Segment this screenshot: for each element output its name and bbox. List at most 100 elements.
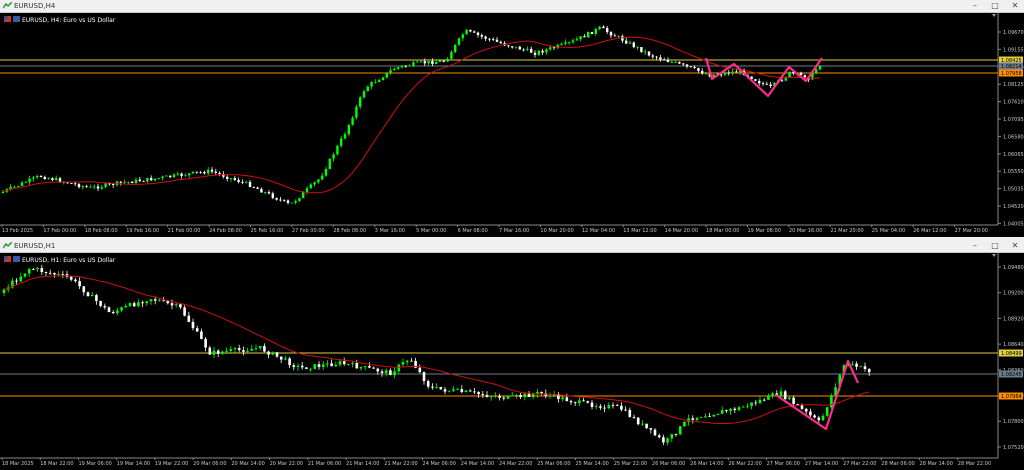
candle: [699, 416, 703, 419]
candle: [195, 171, 198, 174]
candle: [233, 176, 236, 182]
window-titlebar-h1[interactable]: EURUSD,H1 – □ ✕: [0, 240, 1024, 253]
candle-body: [286, 200, 290, 204]
candle: [863, 362, 867, 372]
candle-body: [526, 48, 529, 50]
candle-body: [659, 57, 662, 60]
candle-body: [723, 72, 727, 75]
candle-body: [389, 370, 392, 376]
time-axis-label: 3 Mar 16:00: [375, 228, 405, 234]
candle: [606, 26, 609, 35]
candle: [492, 37, 495, 41]
close-button[interactable]: ✕: [1010, 240, 1020, 252]
window-title: EURUSD,H1: [14, 242, 56, 250]
candle: [729, 407, 732, 415]
close-button[interactable]: ✕: [1010, 0, 1020, 12]
time-axis-label: 26 Mar 22:00: [728, 461, 761, 467]
candle-body: [393, 371, 396, 376]
candle: [313, 364, 317, 370]
candle: [332, 152, 335, 162]
candle: [514, 46, 518, 49]
candle-body: [378, 79, 381, 83]
candle-body: [342, 361, 346, 365]
candle: [733, 406, 737, 413]
time-axis-label: 21 Mar 22:00: [384, 461, 417, 467]
candle: [419, 60, 423, 63]
price-chart-h4[interactable]: EURUSD, H4: Euro vs US Dollar 1.09670 1.09…: [0, 13, 1024, 237]
candle: [246, 347, 249, 353]
candle-body: [603, 407, 606, 409]
candle-body: [39, 175, 43, 177]
candle: [825, 406, 829, 418]
candle: [666, 437, 669, 446]
candle-body: [69, 276, 73, 280]
candle-body: [435, 61, 438, 64]
candle-body: [40, 268, 44, 272]
candle-body: [548, 395, 552, 397]
candle-body: [326, 363, 329, 365]
candle-body: [699, 417, 703, 419]
candle: [817, 415, 821, 423]
candle: [701, 68, 704, 75]
price-chart-h1[interactable]: EURUSD, H1: Euro vs US Dollar 1.09480 1.09…: [0, 253, 1024, 470]
candle: [621, 34, 624, 43]
candle-body: [86, 292, 90, 297]
candle: [65, 270, 69, 279]
candle: [431, 383, 434, 390]
candle: [294, 199, 297, 205]
maximize-button[interactable]: □: [990, 0, 1000, 12]
candle-body: [36, 175, 39, 178]
maximize-button[interactable]: □: [990, 240, 1000, 252]
candle: [765, 81, 768, 86]
candles: [2, 265, 871, 446]
candle-body: [465, 29, 468, 35]
minimize-button[interactable]: –: [970, 240, 980, 252]
window-titlebar-h4[interactable]: EURUSD,H4 – □ ✕: [0, 0, 1024, 13]
minimize-button[interactable]: –: [970, 0, 980, 12]
candle: [590, 399, 594, 410]
candle: [540, 391, 543, 396]
candle: [607, 402, 611, 410]
candle-body: [446, 58, 449, 62]
candle: [104, 182, 107, 189]
candle: [366, 85, 369, 92]
candle-body: [138, 179, 141, 182]
candle: [813, 414, 816, 419]
candle: [598, 25, 601, 31]
candle: [74, 277, 77, 283]
candle: [221, 350, 224, 355]
candle-body: [640, 47, 643, 52]
candle-body: [488, 38, 491, 40]
candle-body: [216, 350, 220, 354]
candle-body: [187, 315, 191, 322]
candle-body: [586, 401, 590, 403]
candle-body: [461, 34, 464, 39]
candle: [183, 305, 186, 317]
candle: [53, 272, 56, 278]
candle-body: [792, 397, 795, 404]
candle: [317, 361, 321, 370]
candle: [485, 391, 489, 398]
candle-body: [13, 186, 16, 188]
candle: [111, 310, 115, 315]
candle-body: [571, 40, 575, 43]
candle: [674, 433, 678, 437]
zigzag-pattern[interactable]: [775, 359, 860, 431]
candle: [23, 273, 27, 278]
candle: [296, 363, 300, 371]
price-axis-label: 1.09200: [1003, 291, 1024, 297]
candle: [465, 28, 468, 35]
chart-shift-marker[interactable]: [992, 254, 996, 257]
candle: [340, 135, 343, 148]
candle-body: [242, 349, 245, 352]
candle-body: [119, 181, 122, 183]
candle-body: [204, 338, 207, 348]
candle: [275, 352, 279, 358]
candle: [157, 177, 160, 180]
candle-body: [305, 188, 309, 193]
candle: [670, 433, 674, 442]
chart-shift-marker[interactable]: [992, 14, 996, 17]
candle: [368, 362, 371, 369]
time-axis-label: 26 Mar 06:00: [652, 461, 685, 467]
candle: [568, 41, 571, 46]
